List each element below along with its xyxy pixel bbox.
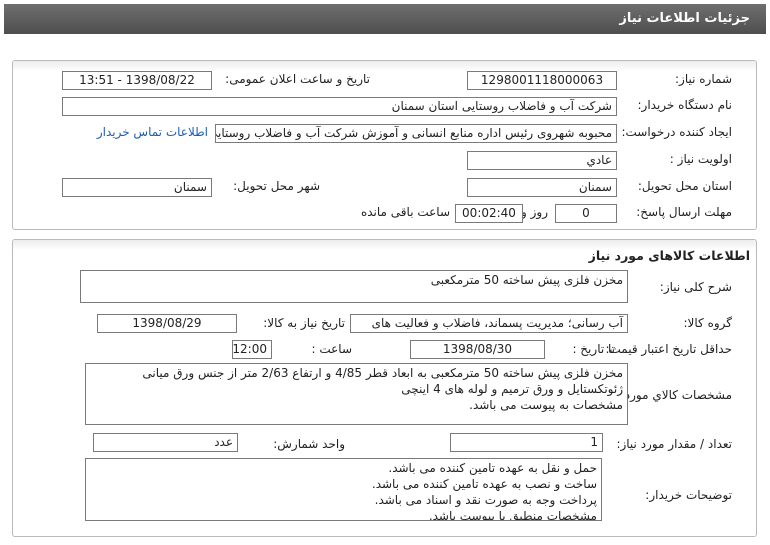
requester-label: ایجاد کننده درخواست: <box>621 125 732 139</box>
qty-label: تعداد / مقدار مورد نیاز: <box>616 437 732 451</box>
buyer-org-field: شرکت آب و فاضلاب روستایی استان سمنان <box>62 97 617 116</box>
specs-line: ژئوتکستایل و ورق ترمیم و لوله های 4 اینچ… <box>401 382 623 396</box>
deadline-label: مهلت ارسال پاسخ: <box>636 205 732 219</box>
buyer-note-line: ساخت و نصب به عهده تامین کننده می باشد. <box>371 477 597 491</box>
unit-label: واحد شمارش: <box>273 437 345 451</box>
buyer-org-label: نام دستگاه خریدار: <box>637 98 733 112</box>
specs-field: مخزن فلزی پیش ساخته 50 مترمکعبی به ابعاد… <box>85 363 628 425</box>
buyer-contact-link[interactable]: اطلاعات تماس خریدار <box>97 125 208 139</box>
need-number-label: شماره نیاز: <box>675 72 732 86</box>
delivery-province-label: استان محل تحویل: <box>637 179 732 193</box>
qty-field: 1 <box>450 433 603 452</box>
until-date-field: 1398/08/30 <box>410 340 545 359</box>
buyer-note-line: حمل و نقل به عهده تامین کننده می باشد. <box>388 461 597 475</box>
need-number-field: 1298001118000063 <box>467 71 617 90</box>
goods-section-title: اطلاعات کالاهای مورد نیاز <box>588 248 750 263</box>
delivery-city-field: سمنان <box>62 178 212 197</box>
buyer-note-line: پرداخت وجه به صورت نقد و اسناد می باشد. <box>374 493 597 507</box>
summary-text: مخزن فلزی پیش ساخته 50 مترمکعبی <box>430 273 623 287</box>
specs-line: مخزن فلزی پیش ساخته 50 مترمکعبی به ابعاد… <box>142 366 623 380</box>
buyer-note-line: مشخصات منطبق با پیوست باشد. <box>428 509 597 521</box>
deadline-days-field: 0 <box>555 204 617 223</box>
delivery-city-label: شهر محل تحویل: <box>233 179 320 193</box>
window-title: جزئیات اطلاعات نیاز <box>619 11 750 26</box>
specs-line: مشخصات به پیوست می باشد. <box>469 398 623 412</box>
min-validity-label: حداقل تاریخ اعتبار قیمت: <box>605 342 732 356</box>
priority-field: عادي <box>467 151 617 170</box>
time-label: ساعت : <box>311 342 352 356</box>
days-and-label: روز و <box>521 205 548 219</box>
goods-group-field: آب رسانی؛ مدیریت پسماند، فاضلاب و فعالیت… <box>350 314 628 333</box>
unit-field: عدد <box>93 433 238 452</box>
priority-label: اولویت نیاز : <box>669 152 732 166</box>
buyer-notes-field: حمل و نقل به عهده تامین کننده می باشد. س… <box>85 458 602 521</box>
window-title-bar: جزئیات اطلاعات نیاز <box>4 4 766 34</box>
summary-label: شرح کلی نیاز: <box>659 280 732 294</box>
until-date-label: تا تاریخ : <box>572 342 615 356</box>
delivery-province-field: سمنان <box>467 178 617 197</box>
time-field: 12:00 <box>232 340 272 359</box>
remaining-time-label: ساعت باقی مانده <box>360 205 450 219</box>
announce-datetime-label: تاریخ و ساعت اعلان عمومی: <box>225 72 370 86</box>
goods-group-label: گروه کالا: <box>683 316 733 330</box>
need-date-field: 1398/08/29 <box>97 314 237 333</box>
summary-field: مخزن فلزی پیش ساخته 50 مترمکعبی <box>80 270 628 303</box>
buyer-notes-label: توضیحات خریدار: <box>645 488 732 502</box>
requester-field: محبوبه شهروی رئیس اداره منابع انسانی و آ… <box>215 124 617 143</box>
deadline-time-field: 00:02:40 <box>455 204 523 223</box>
need-date-label: تاریخ نیاز به کالا: <box>263 316 345 330</box>
announce-datetime-field: 1398/08/22 - 13:51 <box>62 71 212 90</box>
